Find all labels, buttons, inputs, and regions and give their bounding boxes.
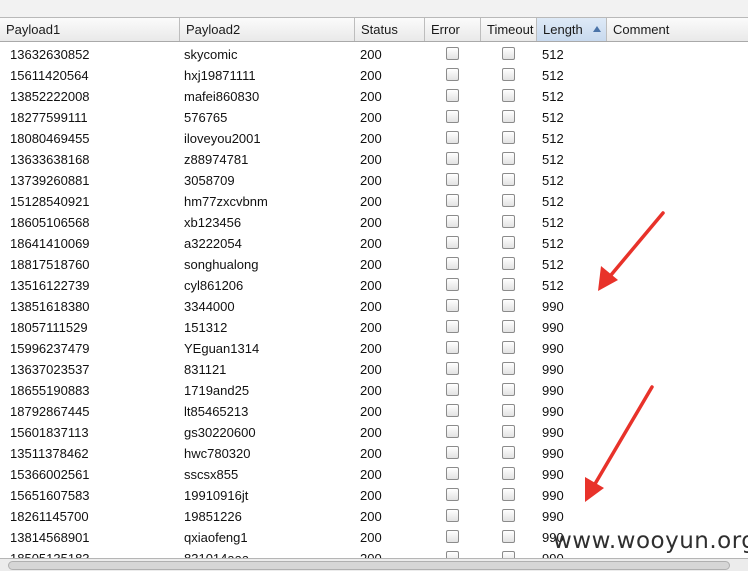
red-arrow-icon [598,211,665,291]
watermark-text: www.wooyun.org [553,528,748,554]
annotation-arrows [585,211,665,502]
red-arrow-icon [585,385,654,502]
